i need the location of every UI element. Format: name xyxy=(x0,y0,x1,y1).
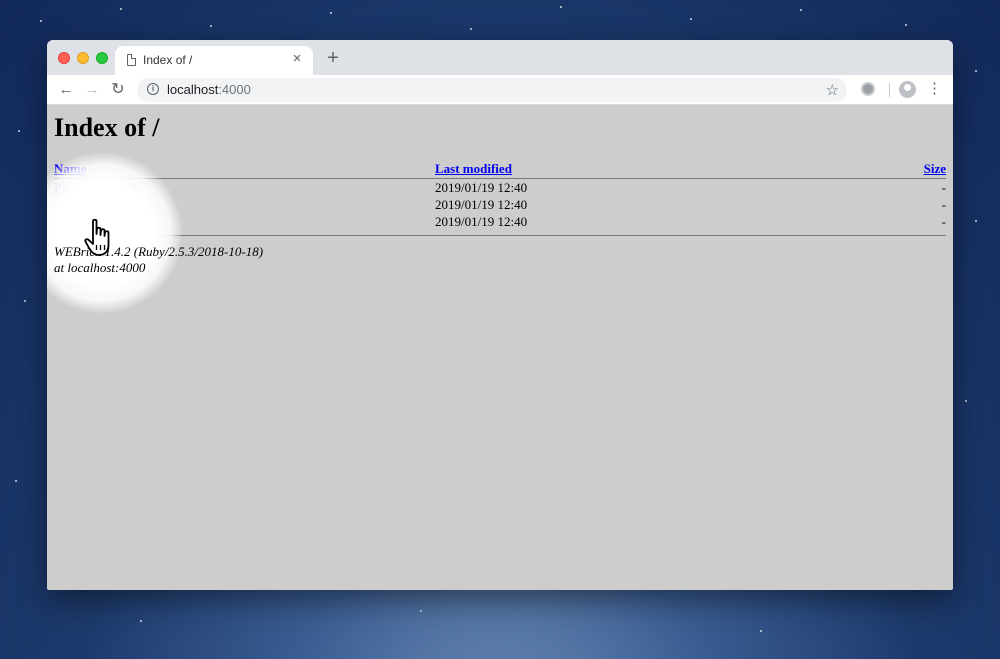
cell-size: - xyxy=(941,214,946,229)
cell-name: Parent Directory xyxy=(54,179,435,197)
extension-icon[interactable] xyxy=(861,82,875,96)
menu-icon[interactable]: ⋮ xyxy=(927,81,942,97)
footer-divider xyxy=(54,235,946,236)
new-tab-button[interactable]: + xyxy=(323,48,343,69)
column-header-size: Size xyxy=(846,161,946,179)
sort-by-modified-link[interactable]: Last modified xyxy=(435,161,512,176)
cell-name: pattern library/ xyxy=(54,213,435,230)
address-bar[interactable]: i localhost:4000 ☆ xyxy=(137,78,847,102)
info-icon[interactable]: i xyxy=(147,83,159,95)
server-version: WEBrick/1.4.2 (Ruby/2.5.3/2018-10-18) xyxy=(54,244,264,259)
server-signature: WEBrick/1.4.2 (Ruby/2.5.3/2018-10-18) at… xyxy=(54,244,263,276)
table-row: assets/ 2019/01/19 12:40 - xyxy=(54,196,946,213)
window-maximize-button[interactable] xyxy=(96,52,108,64)
parent-directory-link[interactable]: Parent Directory xyxy=(54,180,140,195)
assets-link[interactable]: assets/ xyxy=(54,197,88,212)
window-close-button[interactable] xyxy=(58,52,70,64)
tab-close-icon[interactable]: × xyxy=(289,51,305,67)
forward-arrow-icon[interactable]: → xyxy=(81,79,103,101)
table-header-row: Name Last modified Size xyxy=(54,161,946,179)
browser-window: Index of / × + ← → ↻ i localhost:4000 ☆ … xyxy=(47,40,953,590)
column-header-modified: Last modified xyxy=(435,161,847,179)
cell-modified: 2019/01/19 12:40 xyxy=(435,197,528,212)
avatar-icon[interactable] xyxy=(899,81,916,98)
url-host: localhost xyxy=(167,82,219,97)
tab-strip: Index of / × + xyxy=(47,40,953,75)
sort-by-size-link[interactable]: Size xyxy=(924,161,946,176)
browser-toolbar: ← → ↻ i localhost:4000 ☆ ⋮ xyxy=(47,75,953,105)
url-port: :4000 xyxy=(218,82,251,97)
page-content: Index of / Name Last modified Size Paren… xyxy=(47,105,953,590)
tab-title: Index of / xyxy=(143,53,193,67)
url-text[interactable]: localhost:4000 xyxy=(167,82,251,97)
cell-size: - xyxy=(941,197,946,212)
column-header-name: Name xyxy=(54,161,435,179)
directory-listing: Name Last modified Size Parent Directory… xyxy=(54,161,946,230)
back-arrow-icon[interactable]: ← xyxy=(55,79,77,101)
sort-by-name-link[interactable]: Name xyxy=(54,161,87,176)
table-row: pattern library/ 2019/01/19 12:40 - xyxy=(54,213,946,230)
table-row: Parent Directory 2019/01/19 12:40 - xyxy=(54,179,946,197)
cell-name: assets/ xyxy=(54,196,435,213)
page-title: Index of / xyxy=(54,113,160,142)
star-icon[interactable]: ☆ xyxy=(826,81,839,99)
pattern-library-link[interactable]: pattern library/ xyxy=(54,214,132,229)
tab-index[interactable]: Index of / × xyxy=(115,46,313,75)
window-minimize-button[interactable] xyxy=(77,52,89,64)
document-icon xyxy=(127,54,136,66)
server-host: at localhost:4000 xyxy=(54,260,146,275)
toolbar-divider xyxy=(889,83,890,97)
cell-modified: 2019/01/19 12:40 xyxy=(435,180,528,195)
cell-size: - xyxy=(941,180,946,195)
reload-icon[interactable]: ↻ xyxy=(107,79,129,101)
cell-modified: 2019/01/19 12:40 xyxy=(435,214,528,229)
